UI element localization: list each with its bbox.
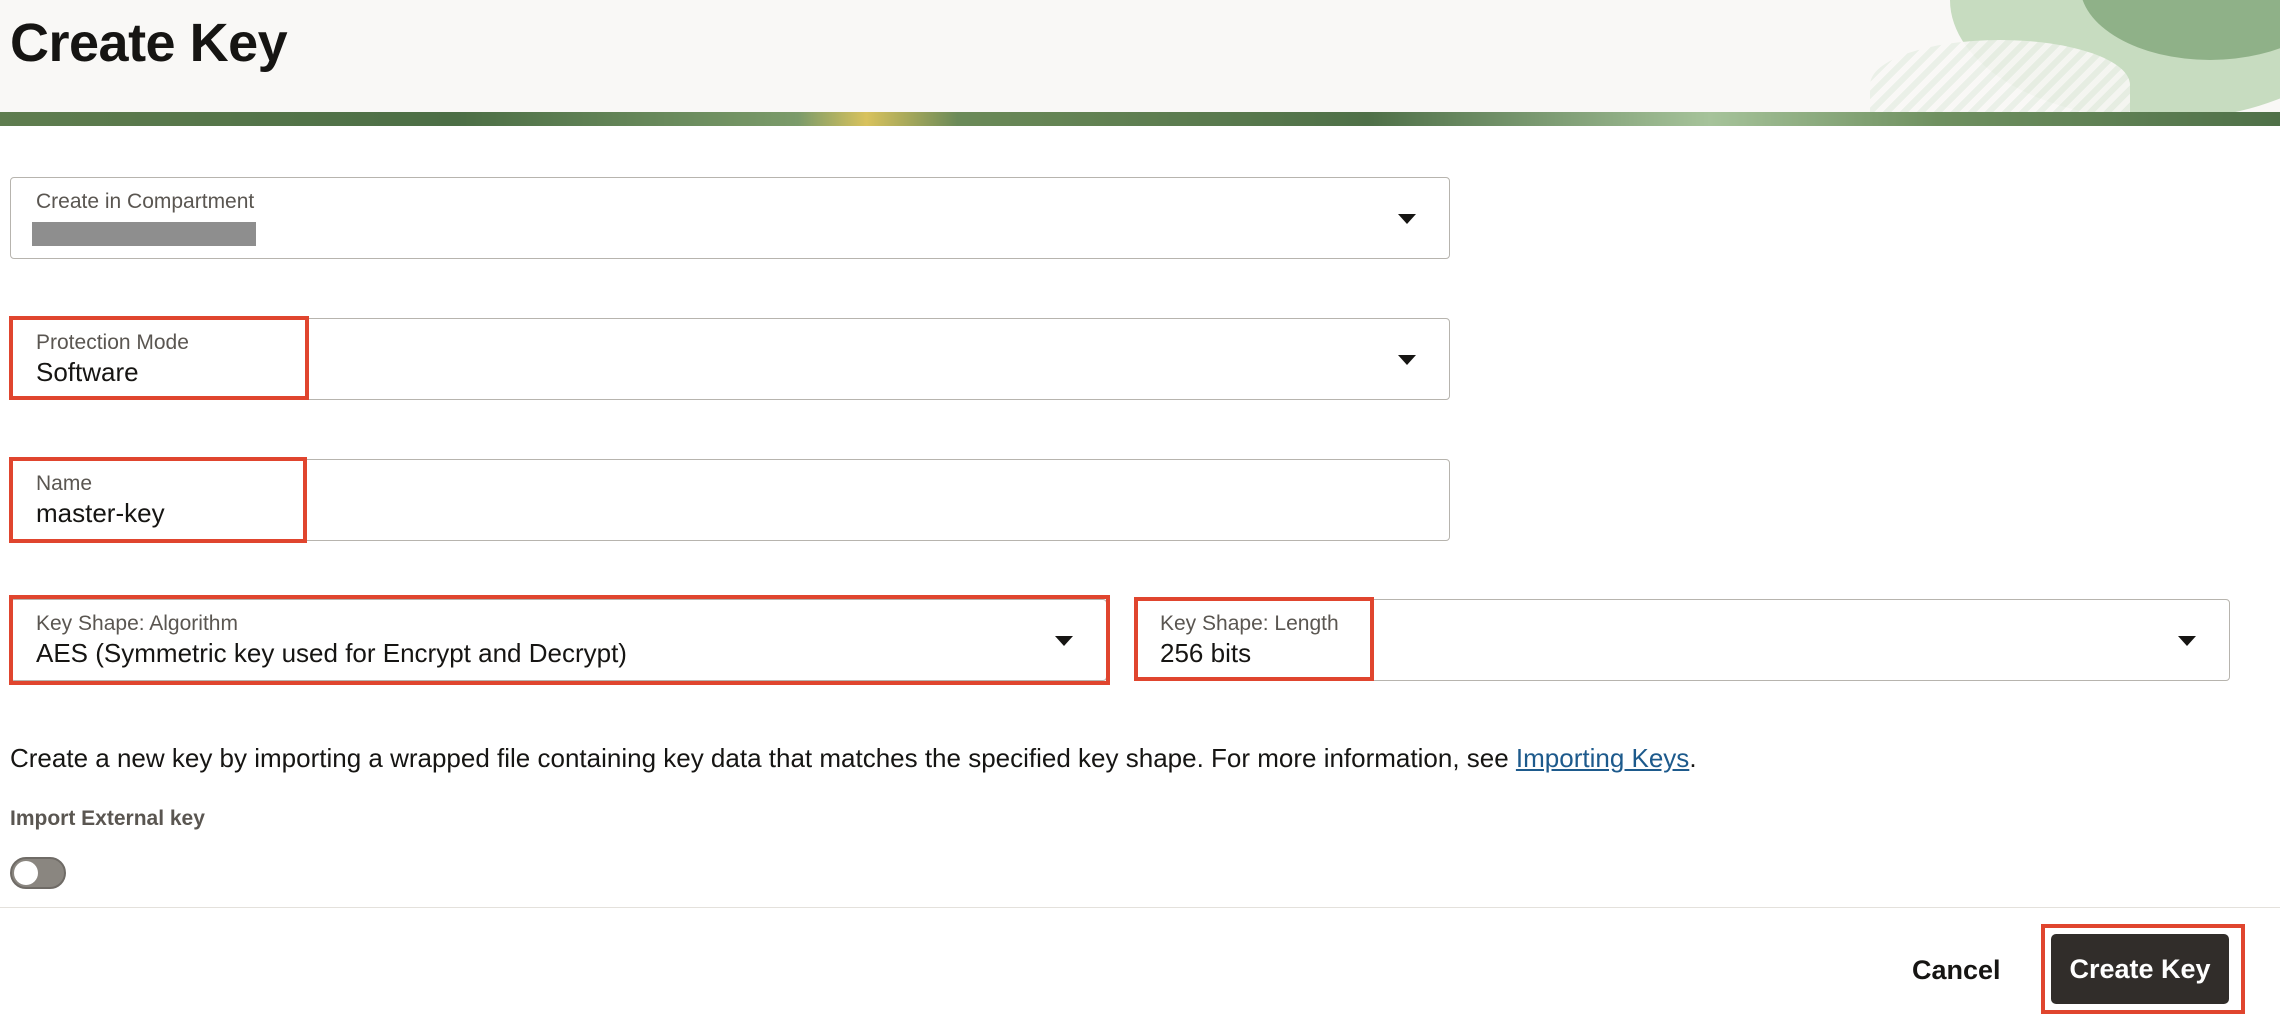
protection-mode-select[interactable]: Protection Mode Software: [10, 318, 1450, 400]
import-external-key-label: Import External key: [10, 807, 205, 830]
compartment-redacted-value: [32, 222, 256, 246]
chevron-down-icon[interactable]: [1398, 214, 1416, 224]
protection-mode-label: Protection Mode: [36, 331, 189, 354]
name-label: Name: [36, 472, 93, 495]
chevron-down-icon[interactable]: [1398, 355, 1416, 365]
chevron-down-icon[interactable]: [1055, 636, 1073, 646]
footer-divider: [0, 907, 2280, 908]
key-shape-algorithm-value: AES (Symmetric key used for Encrypt and …: [36, 638, 627, 668]
create-key-button[interactable]: Create Key: [2051, 934, 2229, 1004]
compartment-label: Create in Compartment: [36, 190, 255, 213]
cancel-button[interactable]: Cancel: [1900, 946, 2013, 994]
key-shape-algorithm-label: Key Shape: Algorithm: [36, 612, 238, 635]
key-shape-length-select[interactable]: Key Shape: Length 256 bits: [1134, 599, 2230, 681]
key-shape-length-label: Key Shape: Length: [1160, 612, 1339, 635]
protection-mode-value: Software: [36, 357, 139, 387]
name-value: master-key: [36, 498, 165, 528]
key-shape-algorithm-select[interactable]: Key Shape: Algorithm AES (Symmetric key …: [10, 599, 1107, 681]
importing-keys-link[interactable]: Importing Keys: [1516, 743, 1689, 773]
compartment-select[interactable]: Create in Compartment: [10, 177, 1450, 259]
toggle-knob: [14, 861, 38, 885]
key-shape-length-value: 256 bits: [1160, 638, 1252, 668]
import-external-key-toggle[interactable]: [10, 857, 66, 889]
name-field[interactable]: Name master-key: [10, 459, 1450, 541]
page-title: Create Key: [10, 13, 288, 73]
page-header: Create Key: [0, 0, 2280, 126]
import-info-text-end: .: [1689, 743, 1697, 773]
import-info-text-body: Create a new key by importing a wrapped …: [10, 743, 1516, 773]
import-info-text: Create a new key by importing a wrapped …: [10, 743, 1697, 774]
chevron-down-icon[interactable]: [2178, 636, 2196, 646]
header-banner-stripe: [0, 112, 2280, 126]
